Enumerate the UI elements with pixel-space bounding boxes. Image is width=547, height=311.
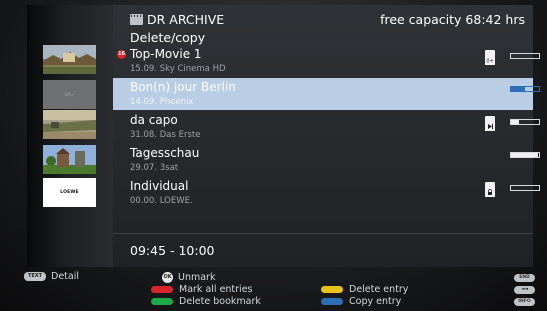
page-subtitle: Delete/copy [130,30,206,45]
header-title-group: DR ARCHIVE [130,12,224,27]
rewind-key-icon[interactable]: ◄◄ [514,286,535,294]
list-item-individual[interactable]: Individual 00.00. LOEWE. [113,177,540,209]
progress-bar [510,152,540,158]
delete-entry-action[interactable]: Delete entry [321,284,408,295]
ok-key-icon: OK [162,272,173,283]
recording-badge-icon: 16 [117,50,126,59]
mark-all-label: Mark all entries [179,284,253,295]
dr-logo-text: DR+ [64,92,75,97]
delete-bookmark-action[interactable]: Delete bookmark [151,296,261,307]
entry-title: Top-Movie 1 [130,47,202,61]
progress-fill [511,87,525,91]
delete-entry-label: Delete entry [349,284,409,295]
thumbnail-da-capo[interactable] [43,110,96,139]
time-range-bar: 09:45 - 10:00 [113,233,533,267]
free-capacity: free capacity 68:42 hrs [380,12,525,27]
progress-fill [511,153,538,157]
panel-header: DR ARCHIVE Delete/copy free capacity 68:… [130,12,525,46]
lock-icon [485,182,495,197]
child-lock-icon: 0+ [485,50,495,65]
entry-meta: 31.08. Das Erste [130,130,201,140]
footer-legend: TEXT Detail OK Unmark Mark all entries D… [0,269,547,311]
delete-bookmark-label: Delete bookmark [179,296,261,307]
yellow-key-icon [321,286,343,293]
thumbnail-dr-placeholder[interactable]: DR+ [43,80,96,109]
list-item-bonjour-berlin[interactable]: Bon(n) jour Berlin 14.09. Phoenix [113,78,540,110]
mark-all-action[interactable]: Mark all entries [151,284,253,295]
play-continue-icon [485,116,495,131]
text-key-icon: TEXT [24,272,46,281]
progress-bar [510,185,540,191]
detail-action[interactable]: TEXT Detail [24,271,79,282]
list-item-top-movie[interactable]: 16 Top-Movie 1 15.09. Sky Cinema HD 0+ [113,45,540,77]
end-key-icon[interactable]: END [514,274,535,282]
progress-bar [510,119,540,125]
copy-entry-label: Copy entry [349,296,402,307]
archive-panel: DR ARCHIVE Delete/copy free capacity 68:… [113,5,540,267]
entry-meta: 15.09. Sky Cinema HD [130,64,226,74]
progress-bar [510,86,540,92]
blue-key-icon [321,298,343,305]
entry-title: Bon(n) jour Berlin [130,80,236,94]
list-item-tagesschau[interactable]: Tagesschau 29.07. 3sat [113,144,540,176]
archive-icon [130,14,143,25]
detail-label: Detail [51,271,79,282]
entry-title: Individual [130,179,189,193]
thumbnail-loewe[interactable]: LOEWE [43,178,96,207]
screen-background: DR+ LOEWE DR ARCHIVE Delete/copy free ca… [0,0,547,311]
entry-meta: 29.07. 3sat [130,163,179,173]
thumbnail-top-movie[interactable] [43,45,96,74]
progress-fill [511,120,520,124]
info-key-icon[interactable]: INFO [514,298,535,306]
progress-bar [510,53,540,59]
red-key-icon [151,286,173,293]
thumbnail-tagesschau[interactable] [43,145,96,174]
entry-meta: 14.09. Phoenix [130,97,194,107]
entry-meta: 00.00. LOEWE. [130,196,193,206]
unmark-action[interactable]: OK Unmark [162,272,215,283]
list-item-da-capo[interactable]: da capo 31.08. Das Erste [113,111,540,143]
entry-title: da capo [130,113,178,127]
loewe-logo-text: LOEWE [60,190,79,195]
entry-title: Tagesschau [130,146,200,160]
time-range: 09:45 - 10:00 [130,243,215,258]
svg-text:0+: 0+ [486,59,493,65]
page-title: DR ARCHIVE [147,12,225,27]
copy-entry-action[interactable]: Copy entry [321,296,401,307]
thumbnail-column: DR+ LOEWE [27,5,113,267]
unmark-label: Unmark [178,272,216,283]
green-key-icon [151,298,173,305]
